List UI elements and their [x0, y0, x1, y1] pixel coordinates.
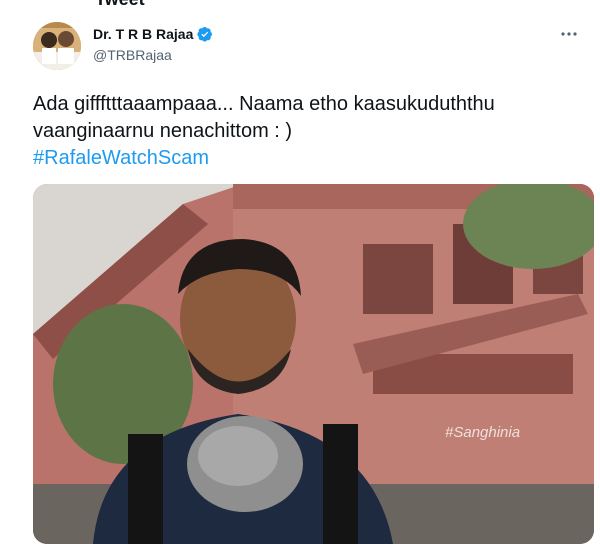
tweet-text-line-2: vaanginaarnu nenachittom : ) [33, 120, 293, 142]
avatar-image [33, 22, 81, 70]
tweet-text: Ada giffftttaaampaaa... Naama etho kaasu… [33, 91, 578, 172]
author-handle[interactable]: @TRBRajaa [93, 47, 172, 63]
hashtag-link[interactable]: #RafaleWatchScam [33, 145, 578, 172]
author-avatar[interactable] [33, 22, 81, 70]
video-frame [33, 184, 594, 544]
verified-badge-icon [197, 27, 213, 42]
page-header-title: Tweet [95, 0, 145, 10]
tweet-text-line-1: Ada giffftttaaampaaa... Naama etho kaasu… [33, 93, 495, 115]
tweet-media-video[interactable]: #Sanghinia [33, 184, 594, 544]
author-display-name[interactable]: Dr. T R B Rajaa [93, 26, 193, 42]
more-icon-glyph [561, 32, 577, 36]
video-watermark: #Sanghinia [445, 424, 521, 441]
more-icon[interactable] [559, 24, 579, 49]
author-name-row[interactable]: Dr. T R B Rajaa [93, 26, 213, 42]
